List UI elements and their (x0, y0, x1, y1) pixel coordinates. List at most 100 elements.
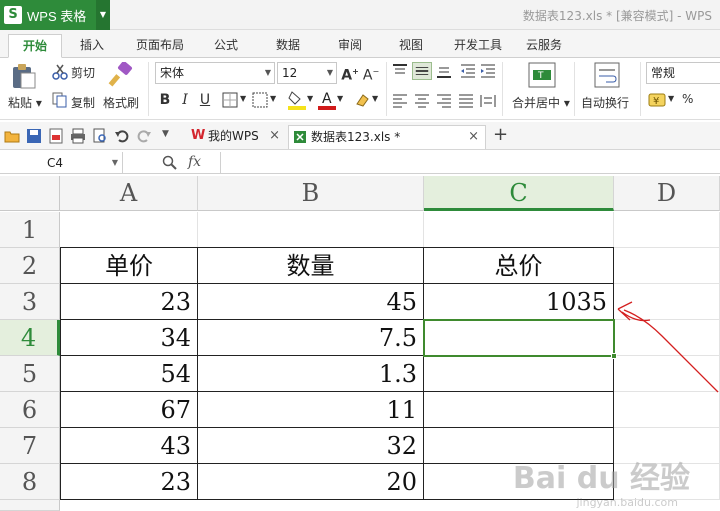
copy-button[interactable]: 复制 (71, 94, 95, 111)
cell-a1[interactable] (60, 212, 198, 248)
tab-developer[interactable]: 开发工具 (448, 34, 508, 58)
cell-b4[interactable]: 7.5 (198, 320, 424, 356)
copy-icon[interactable] (52, 92, 68, 108)
cell-d2[interactable] (614, 248, 720, 284)
tab-review[interactable]: 审阅 (332, 34, 368, 58)
number-format-select[interactable]: 常规 (646, 62, 720, 84)
font-size-select[interactable]: 12 ▼ (277, 62, 337, 84)
cell-c1[interactable] (424, 212, 614, 248)
tab-data[interactable]: 数据 (270, 34, 306, 58)
cell-b6[interactable]: 11 (198, 392, 424, 428)
cell-a8[interactable]: 23 (60, 464, 198, 500)
active-cell-selection[interactable] (423, 319, 615, 357)
cell-a6[interactable]: 67 (60, 392, 198, 428)
app-menu-button[interactable]: S WPS 表格 ▼ (0, 0, 110, 30)
row-header-3[interactable]: 3 (0, 284, 60, 320)
chevron-down-icon[interactable]: ▼ (372, 94, 378, 103)
row-header-4[interactable]: 4 (0, 320, 60, 356)
tab-home[interactable]: 开始 (8, 34, 62, 58)
decrease-indent-icon[interactable] (460, 64, 476, 78)
new-tab-plus-icon[interactable]: + (493, 124, 508, 145)
paste-icon[interactable] (10, 62, 38, 90)
column-header-d[interactable]: D (614, 176, 720, 211)
underline-icon[interactable]: U (196, 90, 214, 110)
cell-b5[interactable]: 1.3 (198, 356, 424, 392)
cell-b2[interactable]: 数量 (198, 247, 424, 284)
close-icon[interactable]: × (269, 125, 280, 147)
wrap-text-icon[interactable] (594, 62, 620, 88)
currency-format-icon[interactable]: ¥ (648, 92, 666, 108)
row-header-5[interactable]: 5 (0, 356, 60, 392)
export-pdf-icon[interactable] (48, 128, 64, 144)
distributed-align-icon[interactable] (480, 94, 496, 108)
chevron-down-icon[interactable]: ▼ (668, 94, 674, 103)
doc-tab-my-wps[interactable]: W 我的WPS × (186, 125, 286, 149)
print-icon[interactable] (70, 128, 86, 144)
paste-button[interactable]: 粘贴 ▾ (8, 94, 42, 111)
cell-c6[interactable] (424, 392, 614, 428)
cell-b3[interactable]: 45 (198, 284, 424, 320)
cell-b1[interactable] (198, 212, 424, 248)
cell-c3[interactable]: 1035 (424, 284, 614, 320)
chevron-down-icon[interactable]: ▼ (337, 94, 343, 103)
format-painter-button[interactable]: 格式刷 (103, 94, 139, 111)
row-header-6[interactable]: 6 (0, 392, 60, 428)
tab-page-layout[interactable]: 页面布局 (130, 34, 190, 58)
clear-format-icon[interactable] (354, 92, 370, 108)
scissors-icon[interactable] (52, 64, 68, 80)
customize-toolbar-icon[interactable]: ▼ (162, 129, 169, 139)
align-left-icon[interactable] (392, 94, 408, 108)
column-header-c[interactable]: C (424, 176, 614, 211)
cell-a5[interactable]: 54 (60, 356, 198, 392)
align-top-icon[interactable] (392, 64, 408, 78)
open-folder-icon[interactable] (4, 128, 20, 144)
row-header-1[interactable]: 1 (0, 212, 60, 248)
align-center-icon[interactable] (414, 94, 430, 108)
name-box[interactable]: C4 ▼ (0, 152, 123, 174)
increase-indent-icon[interactable] (480, 64, 496, 78)
insert-function-icon[interactable]: fx (188, 154, 201, 170)
row-header-2[interactable]: 2 (0, 248, 60, 284)
print-preview-icon[interactable] (92, 128, 108, 144)
italic-icon[interactable]: I (176, 90, 194, 110)
select-all-corner[interactable] (0, 176, 60, 211)
cell-a3[interactable]: 23 (60, 284, 198, 320)
cell-a7[interactable]: 43 (60, 428, 198, 464)
cell-d1[interactable] (614, 212, 720, 248)
zoom-search-icon[interactable] (162, 155, 177, 170)
align-right-icon[interactable] (436, 94, 452, 108)
chevron-down-icon[interactable]: ▼ (112, 152, 118, 174)
app-menu-dropdown-icon[interactable]: ▼ (96, 0, 110, 30)
cut-button[interactable]: 剪切 (71, 64, 95, 81)
chevron-down-icon[interactable]: ▼ (240, 94, 246, 103)
cell-c5[interactable] (424, 356, 614, 392)
cell-b8[interactable]: 20 (198, 464, 424, 500)
chevron-down-icon[interactable]: ▼ (270, 94, 276, 103)
font-name-select[interactable]: 宋体 ▼ (155, 62, 275, 84)
cell-b7[interactable]: 32 (198, 428, 424, 464)
justify-icon[interactable] (458, 94, 474, 108)
font-color-icon[interactable]: A (318, 90, 336, 110)
cell-a4[interactable]: 34 (60, 320, 198, 356)
bold-icon[interactable]: B (156, 90, 174, 110)
tab-formulas[interactable]: 公式 (208, 34, 244, 58)
undo-icon[interactable] (114, 128, 130, 144)
align-bottom-icon[interactable] (436, 64, 452, 78)
row-header-9[interactable] (0, 500, 60, 511)
percent-style-button[interactable]: % (682, 92, 693, 106)
chevron-down-icon[interactable]: ▼ (307, 94, 313, 103)
increase-font-size-icon[interactable]: A+ (341, 62, 359, 84)
row-header-8[interactable]: 8 (0, 464, 60, 500)
decrease-font-size-icon[interactable]: A− (362, 62, 380, 84)
close-icon[interactable]: × (468, 126, 479, 148)
redo-icon[interactable] (136, 128, 152, 144)
row-header-7[interactable]: 7 (0, 428, 60, 464)
fill-color-icon[interactable] (288, 90, 306, 110)
format-painter-icon[interactable] (108, 62, 134, 88)
cell-a2[interactable]: 单价 (60, 247, 198, 284)
formula-input[interactable] (220, 152, 720, 174)
merge-center-button[interactable]: 合并居中 ▾ (512, 94, 570, 111)
tab-cloud-services[interactable]: 云服务 (520, 34, 568, 58)
tab-view[interactable]: 视图 (393, 34, 429, 58)
tab-insert[interactable]: 插入 (74, 34, 110, 58)
